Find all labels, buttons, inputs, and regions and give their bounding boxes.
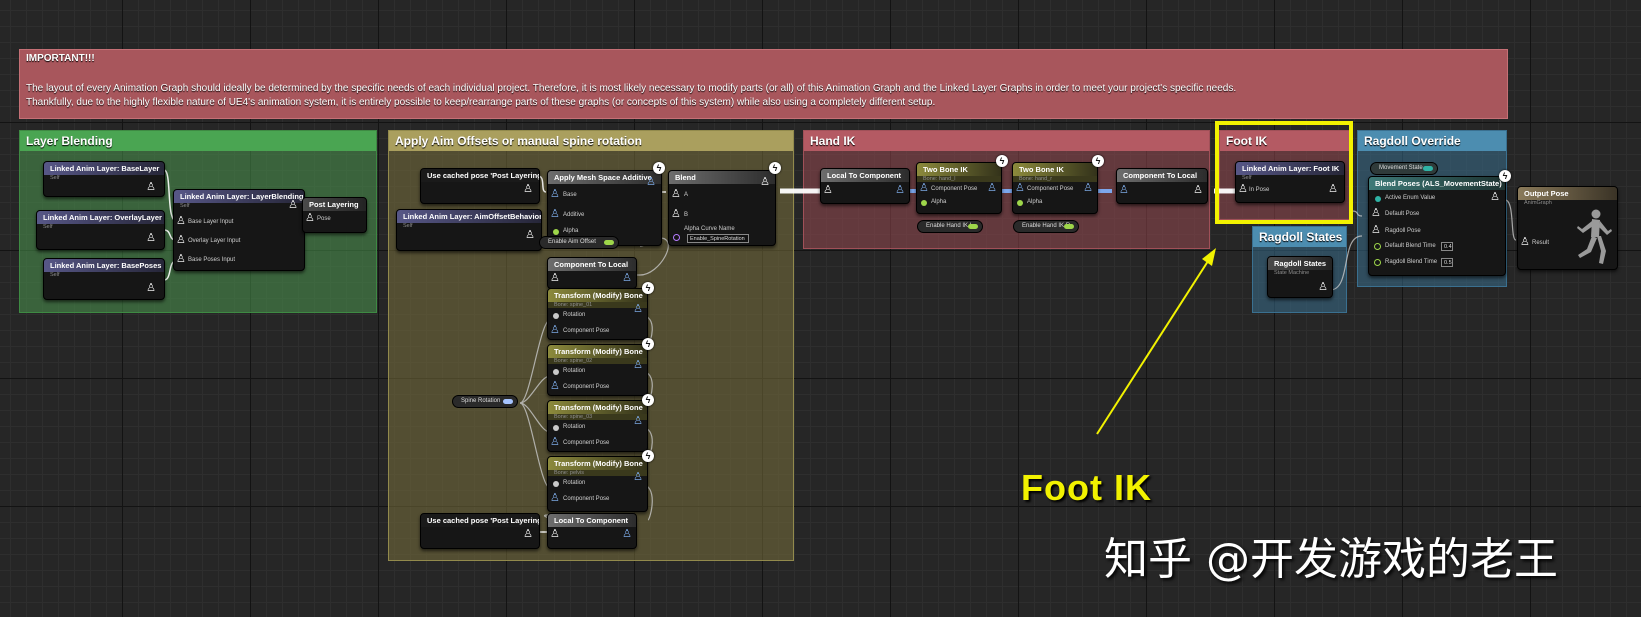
annotation-label: Foot IK — [1021, 467, 1152, 508]
watermark-text: 知乎 @开发游戏的老王 — [1104, 534, 1558, 585]
